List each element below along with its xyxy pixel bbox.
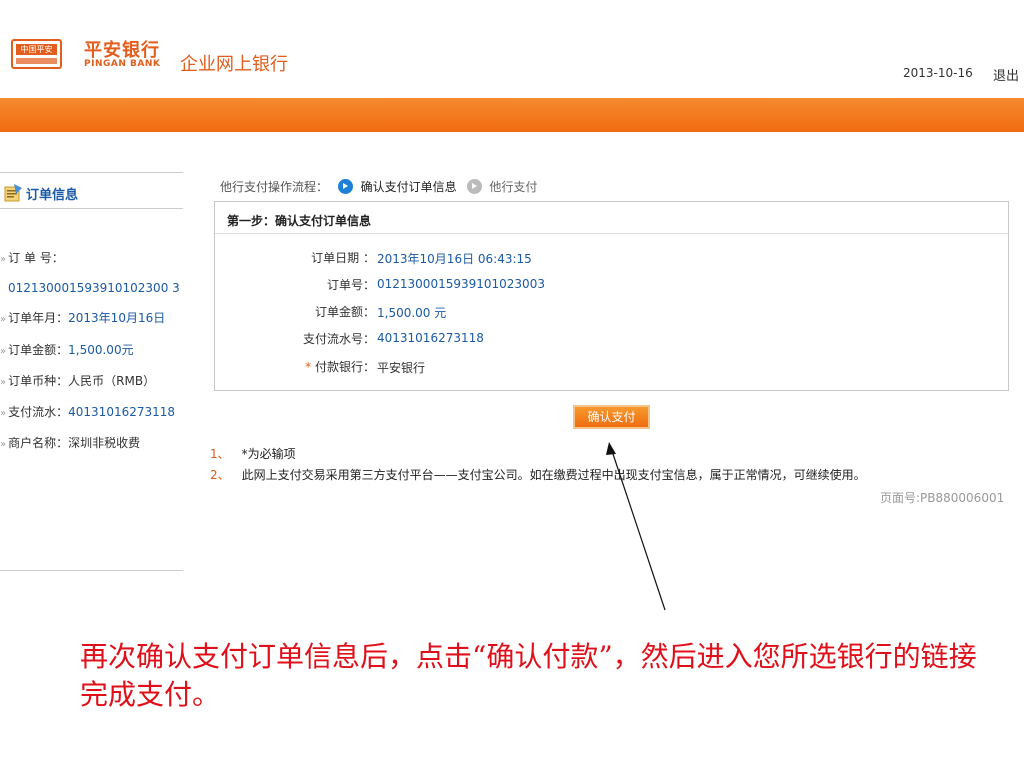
field-payment-serial: 支付流水号： 40131016273118 — [215, 330, 1008, 348]
bullet-arrow-icon: » — [0, 346, 7, 357]
header: 中国平安 平安银行 PINGAN BANK 企业网上银行 2013-10-16 … — [0, 0, 1024, 98]
bullet-arrow-icon: » — [0, 439, 7, 450]
required-mark: * — [305, 360, 312, 374]
field-order-date: 订单日期 ： 2013年10月16日 06:43:15 — [215, 249, 1008, 267]
page-number: 页面号:PB880006001 — [880, 491, 1005, 505]
sidebar-title: 订单信息 — [26, 188, 79, 203]
order-info-icon — [4, 184, 22, 202]
sidebar-order-amount: » 订单金额：1,500.00元 — [0, 343, 134, 357]
system-title: 企业网上银行 — [180, 54, 288, 75]
field-value: 40131016273118 — [377, 331, 484, 345]
field-label: 支付流水号： — [302, 332, 375, 346]
instruction-caption: 再次确认支付订单信息后，点击“确认付款”，然后进入您所选银行的链接完成支付。 — [80, 640, 977, 711]
arrow-right-circle-icon — [337, 179, 353, 194]
note-item: 1、 *为必输项 — [210, 447, 296, 461]
panel-divider — [215, 233, 1008, 234]
field-value: 平安银行 — [377, 361, 426, 375]
brand-name-en: PINGAN BANK — [84, 59, 161, 69]
field-label: 订单号： — [326, 278, 375, 292]
note-item: 2、 此网上支付交易采用第三方支付平台——支付宝公司。如在缴费过程中出现支付宝信息… — [210, 468, 866, 482]
panel-title: 第一步：确认支付订单信息 — [227, 214, 372, 228]
logo-badge-stripe — [16, 58, 57, 64]
field-label: 订单金额： — [314, 305, 375, 319]
confirm-payment-button[interactable]: 确认支付 — [573, 405, 650, 429]
flow-step-current: 确认支付订单信息 — [360, 180, 457, 194]
order-confirm-panel: 第一步：确认支付订单信息 订单日期 ： 2013年10月16日 06:43:15… — [214, 201, 1009, 391]
field-value: 0121300015939101023003 — [377, 277, 545, 291]
sidebar-order-date: » 订单年月：2013年10月16日 — [0, 311, 166, 325]
logout-link[interactable]: 退出 — [993, 65, 1019, 84]
field-value: 1,500.00 元 — [377, 306, 447, 320]
sidebar-divider — [0, 172, 183, 173]
annotation-arrow — [606, 442, 666, 611]
field-label: * 付款银行： — [305, 360, 375, 374]
sidebar-merchant-name: » 商户名称：深圳非税收费 — [0, 436, 141, 450]
field-order-amount: 订单金额： 1,500.00 元 — [215, 303, 1008, 321]
field-value: 2013年10月16日 06:43:15 — [377, 252, 532, 266]
logo-badge-text: 中国平安 — [16, 44, 57, 55]
field-paying-bank: * 付款银行： 平安银行 — [215, 358, 1008, 376]
flow-label: 他行支付操作流程： — [220, 180, 329, 194]
orange-nav-bar — [0, 98, 1024, 132]
field-label: 订单日期 ： — [311, 251, 375, 265]
flow-step-next: 他行支付 — [489, 180, 538, 194]
sidebar-divider — [0, 570, 183, 571]
sidebar-payment-serial: » 支付流水：40131016273118 — [0, 405, 176, 419]
sidebar-header: 订单信息 — [0, 180, 183, 208]
field-order-no: 订单号： 0121300015939101023003 — [215, 276, 1008, 294]
bullet-arrow-icon: » — [0, 377, 7, 388]
ping-an-logo-badge: 中国平安 — [11, 39, 62, 69]
sidebar-order-currency: » 订单币种：人民币（RMB） — [0, 374, 156, 388]
order-info-sidebar: 订单信息 » 订 单 号： 012130001593910102300 3 » 订单… — [0, 172, 183, 572]
payment-flow-steps: 他行支付操作流程： 确认支付订单信息 他行支付 — [220, 178, 537, 195]
sidebar-order-no: » 订 单 号： — [0, 251, 64, 265]
sidebar-divider — [0, 208, 183, 209]
sidebar-order-no-value: 012130001593910102300 3 — [8, 281, 180, 295]
bullet-arrow-icon: » — [0, 254, 7, 265]
bullet-arrow-icon: » — [0, 408, 7, 419]
arrow-right-circle-icon — [466, 179, 482, 194]
header-date: 2013-10-16 — [903, 66, 973, 80]
bullet-arrow-icon: » — [0, 314, 7, 325]
